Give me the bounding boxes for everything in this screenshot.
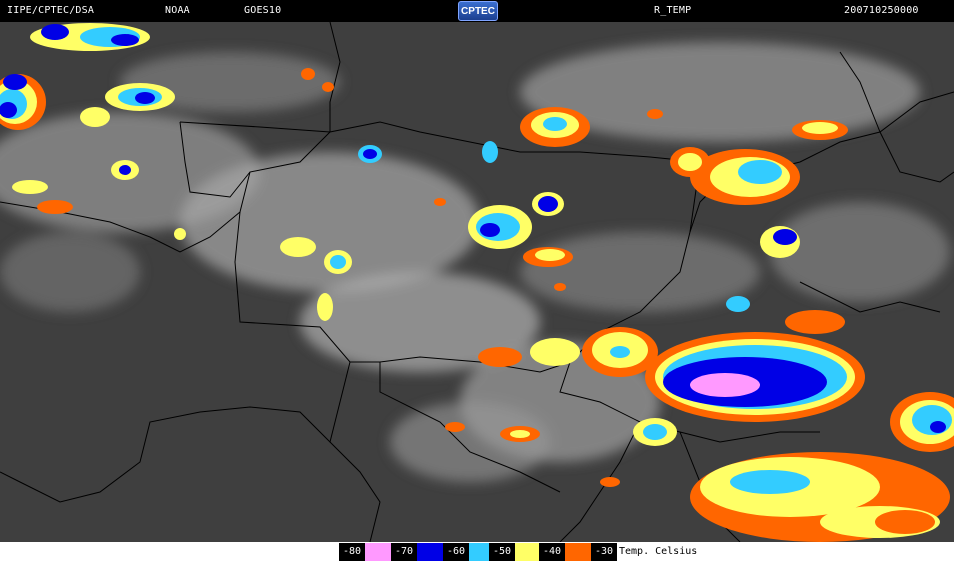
legend-value: -70 [391, 543, 417, 561]
storm-cell [482, 141, 498, 163]
cloud [0, 232, 140, 312]
storm-cell [12, 180, 48, 194]
cloud [390, 402, 550, 482]
timestamp-label: 200710250000 [844, 5, 919, 16]
storm-cell [802, 122, 838, 134]
satellite-label: GOES10 [244, 5, 282, 16]
storm-cell [3, 74, 27, 90]
storm-cell [111, 34, 139, 46]
storm-cell [80, 107, 110, 127]
map-svg [0, 21, 954, 543]
storm-cell [773, 229, 797, 245]
legend-swatch [417, 543, 443, 561]
storm-cell [478, 347, 522, 367]
storm-cell [610, 346, 630, 358]
storm-cell [730, 470, 810, 494]
storm-cell [330, 255, 346, 269]
storm-cell [434, 198, 446, 206]
storm-cell [647, 109, 663, 119]
cptec-logo-icon: CPTEC [458, 1, 498, 21]
legend-swatch [515, 543, 541, 561]
storm-cell [678, 153, 702, 171]
legend-value: -60 [443, 543, 469, 561]
legend-value: -80 [339, 543, 365, 561]
storm-cell [726, 296, 750, 312]
storm-cell [174, 228, 186, 240]
storm-cell [41, 24, 69, 40]
agency-label: NOAA [165, 5, 190, 16]
temperature-legend: -80 -70 -60 -50 -40 -30 Temp. Celsius [0, 542, 954, 562]
storm-cell [37, 200, 73, 214]
storm-cell [554, 283, 566, 291]
storm-cell [738, 160, 782, 184]
storm-cell [643, 424, 667, 440]
product-label: R_TEMP [654, 5, 692, 16]
storm-cell [530, 338, 580, 366]
storm-cell [280, 237, 316, 257]
legend-swatch [565, 543, 591, 561]
cloud [520, 232, 760, 312]
storm-cell [480, 223, 500, 237]
storm-cell [445, 422, 465, 432]
cloud [770, 202, 950, 302]
storm-cell [930, 421, 946, 433]
storm-cell [875, 510, 935, 534]
storm-cell [538, 196, 558, 212]
storm-cell [317, 293, 333, 321]
storm-cell [535, 249, 565, 261]
storm-cell [119, 165, 131, 175]
storm-cell [322, 82, 334, 92]
legend-title: Temp. Celsius [619, 546, 698, 557]
storm-cell [600, 477, 620, 487]
storm-cell [363, 149, 377, 159]
storm-cell [785, 310, 845, 334]
storm-cell [301, 68, 315, 80]
storm-cell [543, 117, 567, 131]
source-label: IIPE/CPTEC/DSA [7, 5, 95, 16]
storm-cell [690, 373, 760, 397]
storm-cell [135, 92, 155, 104]
legend-value: -50 [489, 543, 515, 561]
legend-value: -30 [591, 543, 617, 561]
satellite-map[interactable] [0, 21, 954, 543]
header-bar: IIPE/CPTEC/DSA NOAA GOES10 CPTEC R_TEMP … [0, 0, 954, 22]
legend-value: -40 [539, 543, 565, 561]
storm-cell [510, 430, 530, 438]
legend-swatch [365, 543, 391, 561]
